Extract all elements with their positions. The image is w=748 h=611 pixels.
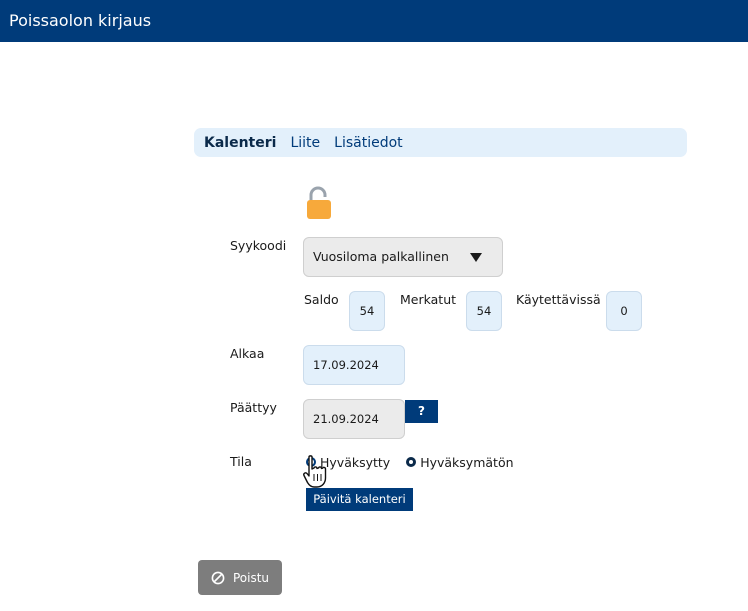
start-date-input[interactable]: 17.09.2024 [303, 345, 405, 385]
merkatut-label: Merkatut [400, 292, 457, 307]
kaytettavissa-field: 0 [606, 291, 642, 331]
merkatut-field: 54 [466, 291, 502, 331]
app-title-bar: Poissaolon kirjaus [0, 0, 748, 42]
end-date-input[interactable]: 21.09.2024 [303, 399, 405, 439]
help-button[interactable]: ? [405, 400, 438, 423]
kaytettavissa-label: Käytettävissä [516, 292, 601, 307]
hand-cursor-icon [303, 455, 327, 488]
radio-hyvaksymaton-label[interactable]: Hyväksymätön [420, 455, 513, 470]
saldo-field: 54 [349, 291, 385, 331]
status-radio-group: Hyväksytty Hyväksymätön [306, 453, 530, 471]
end-date-label: Päättyy [230, 400, 277, 415]
start-date-label: Alkaa [230, 346, 265, 361]
saldo-label: Saldo [304, 292, 339, 307]
radio-hyvaksytty-label[interactable]: Hyväksytty [320, 455, 390, 470]
update-calendar-button[interactable]: Päivitä kalenteri [306, 488, 413, 511]
reason-code-label: Syykoodi [230, 238, 287, 253]
reason-code-select[interactable]: Vuosiloma palkallinen [303, 237, 503, 277]
chevron-down-icon [470, 253, 482, 262]
tab-liite[interactable]: Liite [290, 135, 320, 151]
tab-bar: Kalenteri Liite Lisätiedot [194, 128, 687, 157]
app-title: Poissaolon kirjaus [9, 11, 152, 30]
radio-hyvaksymaton[interactable] [406, 457, 417, 467]
reason-code-value: Vuosiloma palkallinen [313, 249, 449, 264]
unlocked-padlock-icon [307, 186, 331, 219]
ban-icon [211, 571, 225, 584]
exit-button[interactable]: Poistu [198, 560, 282, 595]
status-label: Tila [230, 454, 252, 469]
exit-button-label: Poistu [232, 570, 270, 585]
tab-lisatiedot[interactable]: Lisätiedot [334, 135, 403, 151]
tab-kalenteri[interactable]: Kalenteri [204, 135, 276, 151]
